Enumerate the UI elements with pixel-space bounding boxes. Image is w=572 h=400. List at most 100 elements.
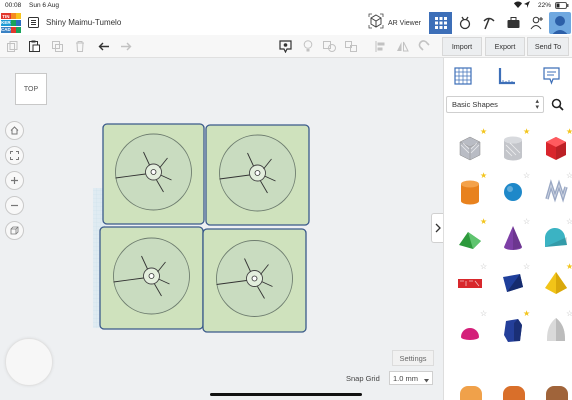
ruler-icon[interactable] <box>496 65 518 87</box>
shape-half-sphere[interactable]: ☆ <box>493 263 533 303</box>
light-icon[interactable] <box>300 38 316 54</box>
shape-partial[interactable] <box>503 386 525 400</box>
snap-grid-value: 1.0 mm <box>393 373 419 383</box>
orbit-joystick[interactable] <box>5 338 53 386</box>
mirror-icon[interactable] <box>394 38 410 54</box>
battery-percent: 22% <box>538 2 552 9</box>
design-title[interactable]: Shiny Maimu-Tumelo <box>46 18 121 27</box>
duplicate-icon[interactable] <box>49 38 65 54</box>
shape-partial[interactable] <box>460 386 482 400</box>
notes-icon[interactable] <box>540 65 562 87</box>
favorite-star-icon[interactable]: ★ <box>480 218 487 226</box>
shape-ring[interactable]: ☆ <box>536 310 572 350</box>
magnet-icon[interactable] <box>416 38 432 54</box>
favorite-star-icon[interactable]: ☆ <box>523 172 530 180</box>
tile-shape[interactable] <box>99 226 204 330</box>
send-to-button[interactable]: Send To <box>527 37 569 56</box>
export-button[interactable]: Export <box>485 37 525 56</box>
home-indicator <box>210 393 362 396</box>
view-cube[interactable]: TOP <box>15 73 47 105</box>
tile-shape[interactable] <box>202 228 307 333</box>
logo-cell <box>16 13 21 20</box>
status-time: 00:08 <box>5 2 22 9</box>
avatar[interactable] <box>549 12 571 34</box>
shape-sphere[interactable]: ☆ <box>493 172 533 212</box>
shape-box[interactable]: ★ <box>536 128 572 168</box>
group-icon[interactable] <box>321 38 337 54</box>
snap-grid-select[interactable]: 1.0 mm <box>389 371 433 385</box>
collapse-panel-button[interactable] <box>431 213 443 243</box>
shape-thumbnail <box>541 268 571 303</box>
favorite-star-icon[interactable]: ★ <box>566 263 572 271</box>
note-icon[interactable] <box>277 38 293 54</box>
shape-roof[interactable]: ★ <box>450 218 490 258</box>
shape-scribble[interactable]: ☆ <box>536 172 572 212</box>
logo-cell <box>16 26 21 33</box>
ar-cube-icon <box>368 13 384 34</box>
align-icon[interactable] <box>372 38 388 54</box>
import-button[interactable]: Import <box>442 37 482 56</box>
dish-center <box>251 275 258 282</box>
tile-shape[interactable] <box>205 124 310 226</box>
zoom-in-icon[interactable] <box>5 171 24 190</box>
tile-shape[interactable] <box>102 123 205 225</box>
ar-viewer-button[interactable]: AR Viewer <box>368 13 425 34</box>
favorite-star-icon[interactable]: ☆ <box>566 172 572 180</box>
shape-category-select[interactable]: Basic Shapes ▴ ▾ <box>446 96 544 113</box>
delete-icon[interactable] <box>72 38 88 54</box>
logo-letter: KER <box>1 19 11 27</box>
search-icon[interactable] <box>548 96 566 113</box>
suitcase-icon[interactable] <box>503 14 523 32</box>
zoom-out-icon[interactable] <box>5 196 24 215</box>
shape-paraboloid[interactable]: ☆ <box>450 310 490 350</box>
logo-letter: CAD <box>1 26 11 33</box>
workplane[interactable] <box>0 58 443 400</box>
favorite-star-icon[interactable]: ☆ <box>480 263 487 271</box>
ortho-icon[interactable] <box>5 221 24 240</box>
shape-partial[interactable] <box>546 386 568 400</box>
tinkercad-logo[interactable]: TIN KER CAD <box>1 13 21 33</box>
shapes-group[interactable] <box>99 123 310 333</box>
shape-text[interactable]: ☆ <box>450 263 490 303</box>
favorite-star-icon[interactable]: ★ <box>566 128 572 136</box>
favorite-star-icon[interactable]: ★ <box>480 128 487 136</box>
shape-category-label: Basic Shapes <box>452 100 498 109</box>
favorite-star-icon[interactable]: ★ <box>523 128 530 136</box>
shape-box-hole[interactable]: ★ <box>450 128 490 168</box>
favorite-star-icon[interactable]: ☆ <box>566 218 572 226</box>
pickaxe-icon[interactable] <box>479 14 499 32</box>
favorite-star-icon[interactable]: ☆ <box>523 263 530 271</box>
chevron-down-icon <box>424 376 429 385</box>
grid-view-icon[interactable] <box>429 12 452 34</box>
shape-polygon[interactable]: ★ <box>493 310 533 350</box>
settings-button[interactable]: Settings <box>392 350 434 366</box>
fit-icon[interactable] <box>5 146 24 165</box>
undo-icon[interactable] <box>96 38 112 54</box>
shape-thumbnail <box>498 177 528 212</box>
favorite-star-icon[interactable]: ☆ <box>480 310 487 318</box>
favorite-star-icon[interactable]: ★ <box>523 310 530 318</box>
favorite-star-icon[interactable]: ☆ <box>523 218 530 226</box>
add-user-icon[interactable] <box>527 14 547 32</box>
shape-thumbnail <box>498 315 528 350</box>
ungroup-icon[interactable] <box>343 38 359 54</box>
paste-icon[interactable] <box>26 38 42 54</box>
shape-thumbnail <box>541 315 571 350</box>
menu-icon[interactable] <box>27 16 40 29</box>
redo-icon[interactable] <box>118 38 134 54</box>
home-icon[interactable] <box>5 121 24 140</box>
workplane-grid-icon[interactable] <box>452 65 474 87</box>
gallery-icon[interactable] <box>455 14 475 32</box>
favorite-star-icon[interactable]: ☆ <box>566 310 572 318</box>
shape-thumbnail <box>541 223 571 258</box>
logo-cell <box>11 26 16 33</box>
workplane-viewport[interactable]: TOP Settings Snap Grid 1.0 mm <box>0 58 443 400</box>
shape-pyramid[interactable]: ★ <box>536 263 572 303</box>
shape-round-roof[interactable]: ☆ <box>536 218 572 258</box>
copy-icon[interactable] <box>4 38 20 54</box>
shape-cylinder-hole[interactable]: ★ <box>493 128 533 168</box>
shape-cone[interactable]: ☆ <box>493 218 533 258</box>
favorite-star-icon[interactable]: ★ <box>480 172 487 180</box>
updown-icon: ▴ ▾ <box>535 98 539 111</box>
shape-cylinder[interactable]: ★ <box>450 172 490 212</box>
